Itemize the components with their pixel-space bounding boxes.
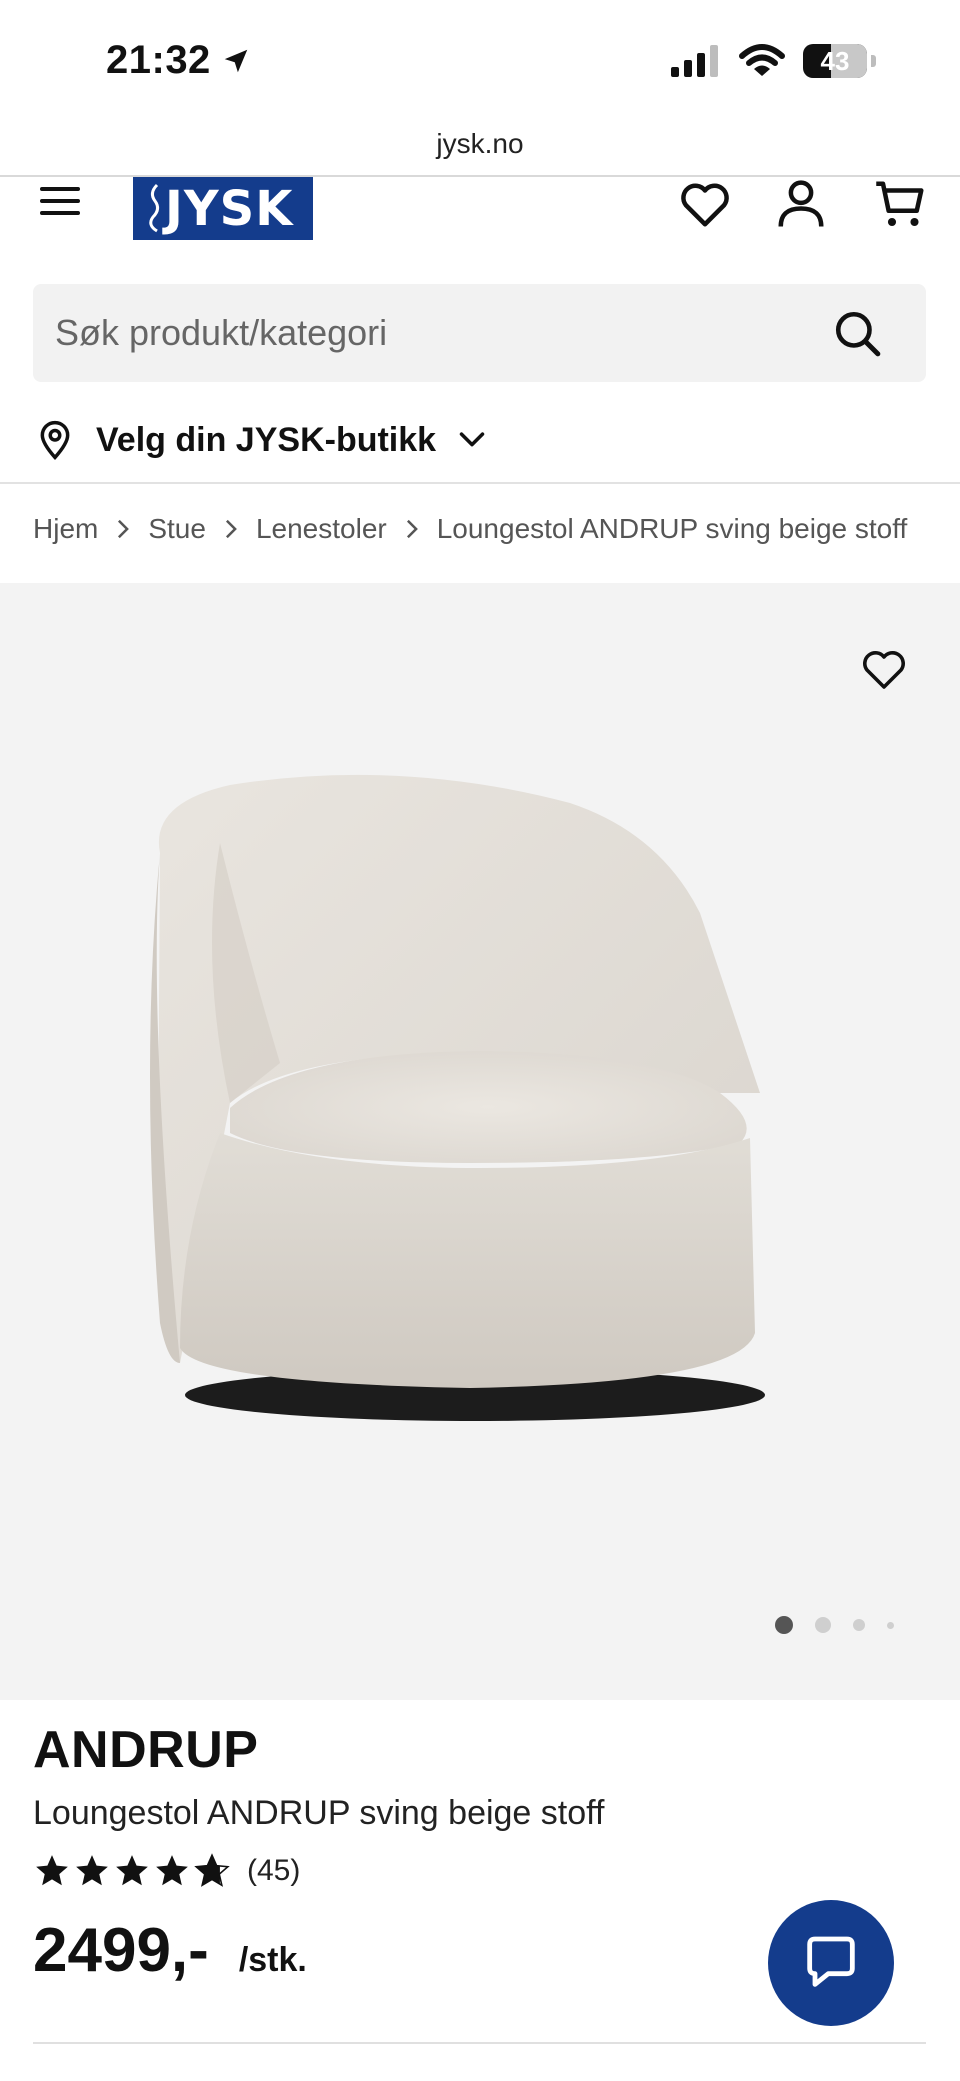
user-icon[interactable] [774,177,828,231]
battery-level: 43 [820,45,850,76]
product-name: Loungestol ANDRUP sving beige stoff [33,1794,605,1832]
status-time: 21:32 [106,38,251,83]
location-arrow-icon [224,49,248,72]
status-bar: 21:32 43 jysk.no [0,0,960,159]
star-icon [156,1855,188,1886]
location-pin-icon [40,420,70,461]
breadcrumb: Hjem Stue Lenestoler Loungestol ANDRUP s… [33,513,907,545]
price-unit: /stk. [238,1941,307,1979]
product-price: 2499,- /stk. [33,1915,307,1986]
chat-button[interactable] [768,1900,894,2026]
jysk-logo[interactable]: JYSK [133,177,313,240]
battery-indicator: 43 [803,44,867,78]
star-icon [76,1855,108,1886]
price-value: 2499,- [33,1916,209,1985]
search-icon[interactable] [832,308,882,358]
gallery-dot-1[interactable] [775,1616,793,1634]
product-rating[interactable]: (45) [33,1852,300,1890]
gallery-dot-3[interactable] [853,1619,865,1631]
browser-url[interactable]: jysk.no [0,128,960,160]
battery-tip [871,55,876,67]
cart-icon[interactable] [874,177,928,231]
site-header: JYSK [0,177,960,247]
chevron-right-icon [406,519,418,539]
add-to-wishlist-heart-icon[interactable] [860,645,908,693]
search-input[interactable]: Søk produkt/kategori [55,312,387,354]
section-divider [33,2042,926,2044]
breadcrumb-item-lenestoler[interactable]: Lenestoler [256,513,387,545]
product-image-chair [150,774,765,1421]
breadcrumb-item-home[interactable]: Hjem [33,513,98,545]
breadcrumb-item-stue[interactable]: Stue [148,513,206,545]
menu-icon[interactable] [38,183,84,219]
star-icon [36,1855,68,1886]
chevron-down-icon [459,432,485,447]
status-time-text: 21:32 [106,38,211,82]
status-indicators: 43 [671,44,876,78]
gallery-dot-2[interactable] [815,1617,831,1633]
search-bar[interactable]: Søk produkt/kategori [33,284,926,382]
store-divider [0,482,960,484]
signal-icon [671,45,718,77]
chevron-right-icon [225,519,237,539]
store-selector[interactable]: Velg din JYSK-butikk [36,410,486,470]
star-partial-icon [194,1853,230,1887]
chat-bubble-icon [807,1936,855,1987]
store-selector-label: Velg din JYSK-butikk [96,420,437,459]
breadcrumb-item-current: Loungestol ANDRUP sving beige stoff [436,513,908,544]
heart-icon[interactable] [678,177,732,231]
gallery-pagination [775,1616,894,1634]
wifi-icon [739,44,785,76]
product-image-gallery[interactable] [0,583,960,1700]
logo-figure-icon [149,183,160,233]
gallery-dot-4[interactable] [887,1621,894,1629]
logo-text: JYSK [165,180,294,237]
review-count[interactable]: (45) [247,1854,300,1888]
star-icon [116,1855,148,1886]
product-brand: ANDRUP [33,1721,259,1779]
chevron-right-icon [118,519,130,539]
